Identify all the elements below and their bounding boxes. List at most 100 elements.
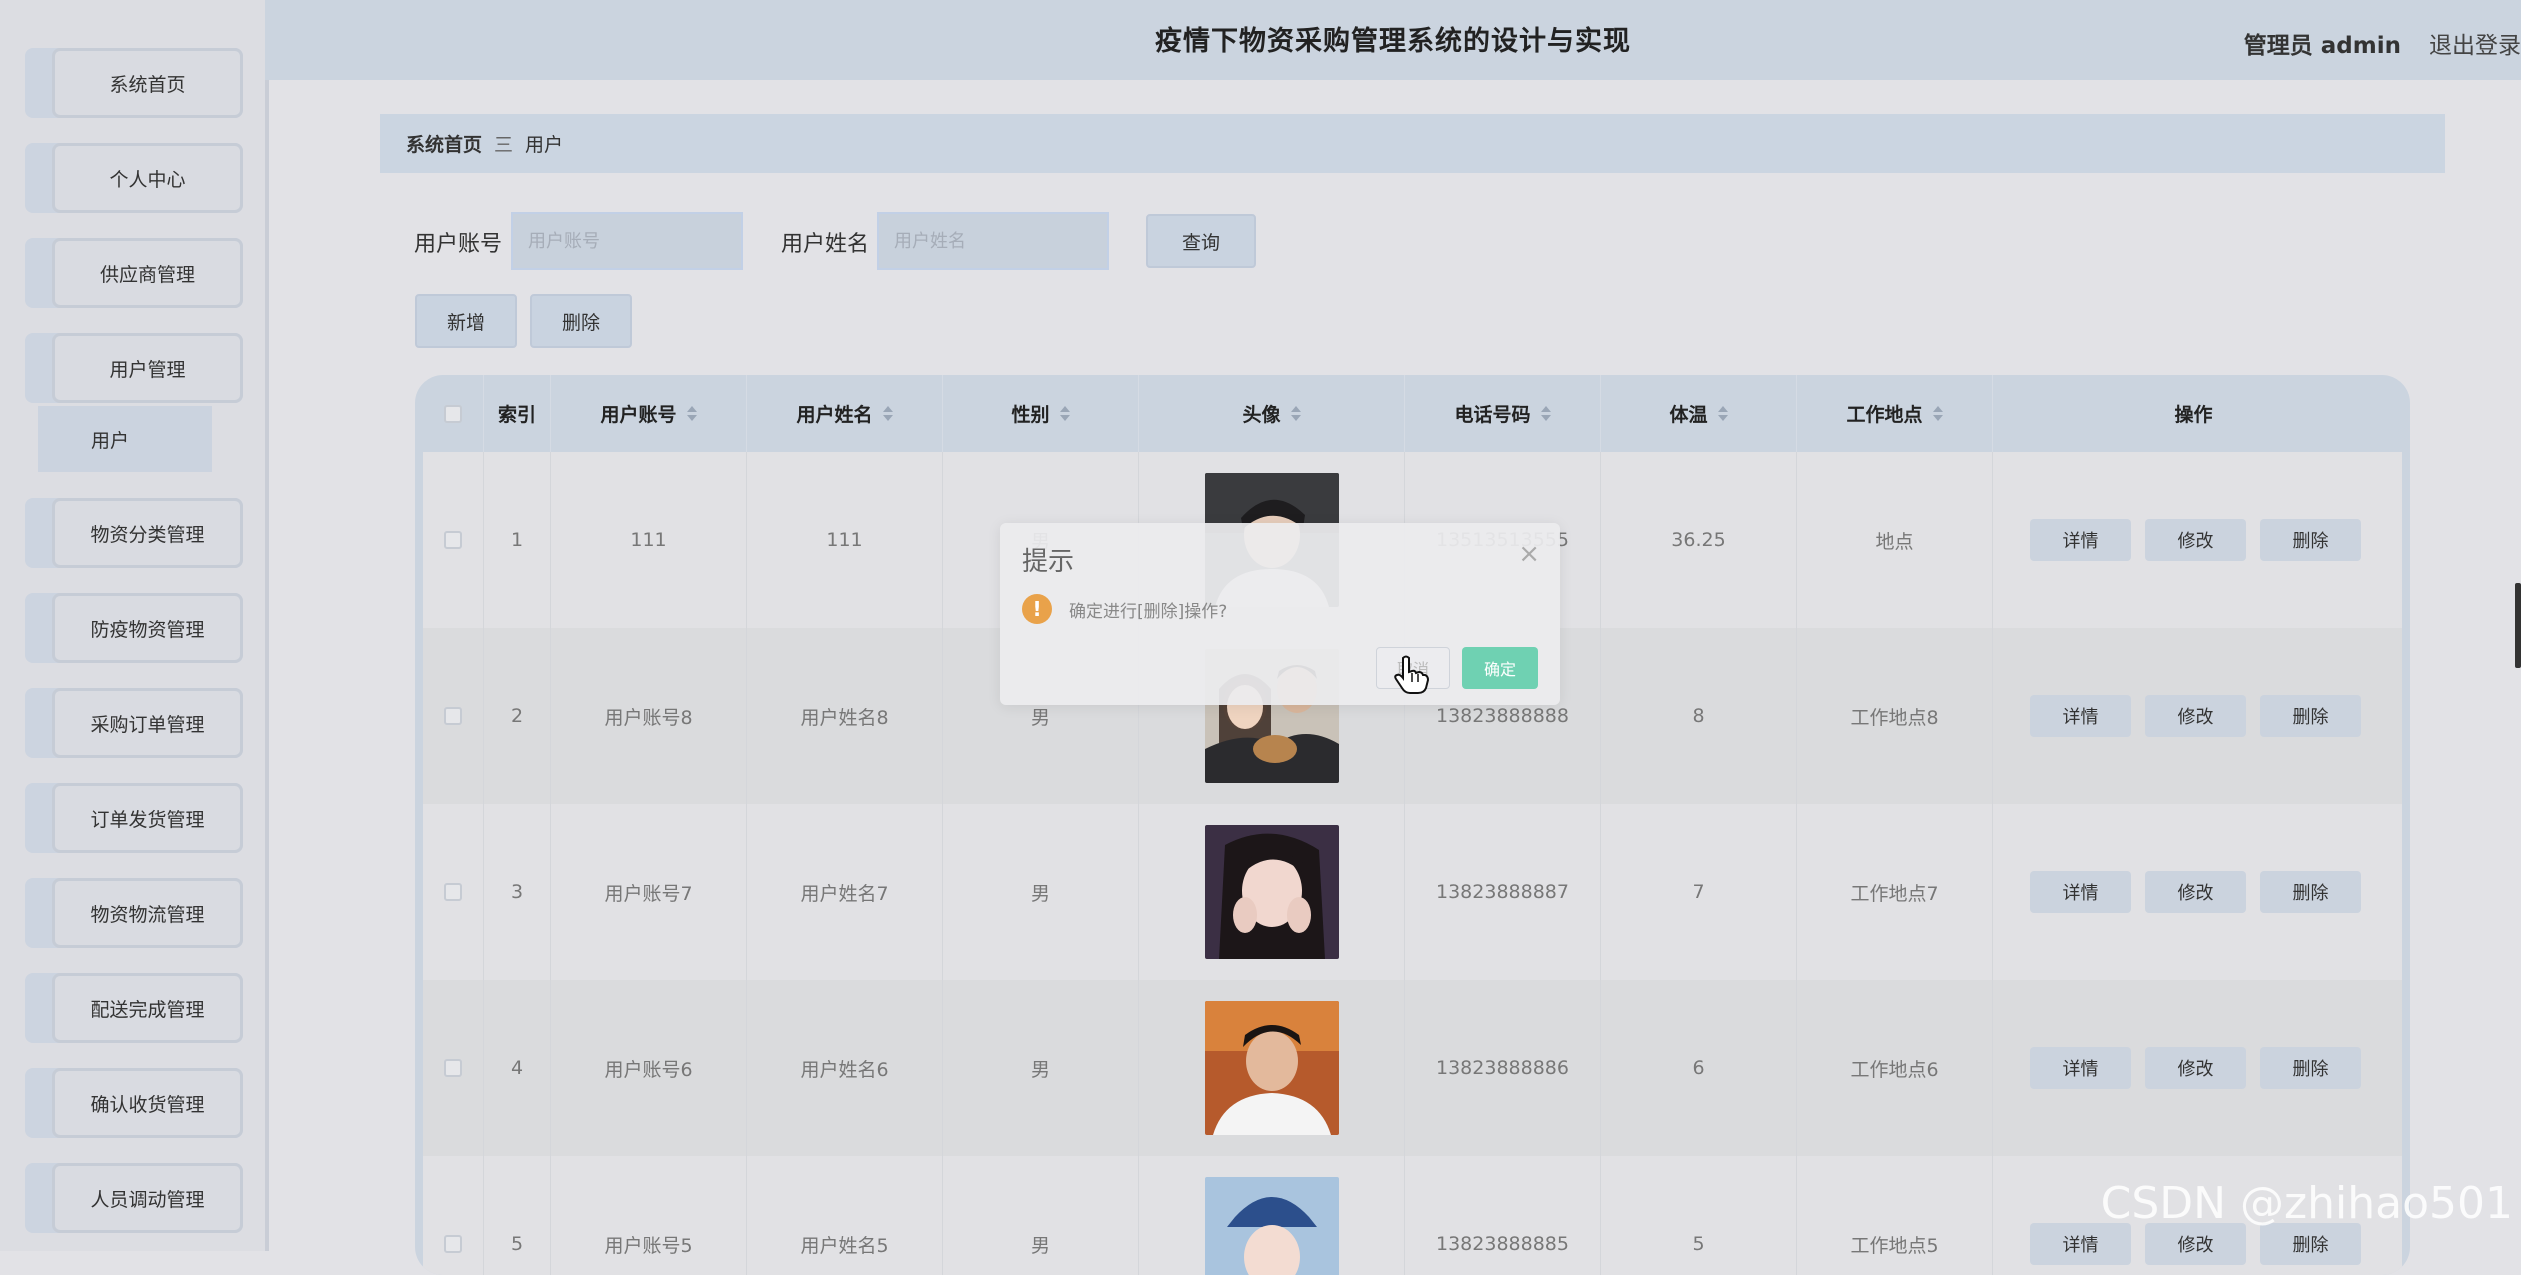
sidebar-item-logistics[interactable]: 物资物流管理 — [25, 878, 243, 948]
sidebar: 系统首页 个人中心 供应商管理 用户管理 用户 物资分类管理 防疫物资管理 采购… — [0, 0, 269, 1251]
dialog-message: 确定进行[删除]操作? — [1069, 602, 1228, 622]
sidebar-item-personal-center[interactable]: 个人中心 — [25, 143, 243, 213]
sidebar-item-category[interactable]: 物资分类管理 — [25, 498, 243, 568]
checkbox-cell — [423, 452, 484, 628]
cell-avatar — [1139, 804, 1405, 980]
scrollbar[interactable] — [2515, 583, 2521, 668]
sort-icon[interactable] — [1717, 405, 1728, 422]
column-header-label: 操作 — [2174, 404, 2213, 426]
close-icon[interactable]: × — [1518, 539, 1540, 569]
edit-button[interactable]: 修改 — [2145, 1223, 2246, 1265]
sort-icon[interactable] — [686, 405, 697, 422]
table-row: 4 用户账号6 用户姓名6 男 13823888886 6 工作地点6 详情 修… — [423, 980, 2402, 1157]
detail-button[interactable]: 详情 — [2030, 695, 2131, 737]
cell-account: 用户账号8 — [551, 628, 747, 804]
row-delete-button[interactable]: 删除 — [2260, 519, 2361, 561]
breadcrumb-current: 用户 — [525, 134, 564, 156]
cell-gender: 男 — [943, 1156, 1139, 1275]
avatar — [1204, 825, 1339, 959]
account-search-input[interactable] — [511, 212, 743, 270]
column-header-name[interactable]: 用户姓名 — [747, 375, 943, 452]
edit-button[interactable]: 修改 — [2145, 871, 2246, 913]
row-checkbox[interactable] — [444, 1235, 462, 1253]
detail-button[interactable]: 详情 — [2030, 871, 2131, 913]
name-search-input[interactable] — [877, 212, 1109, 270]
logout-link[interactable]: 退出登录 — [2429, 26, 2521, 60]
sidebar-item-label: 确认收货管理 — [52, 1068, 243, 1138]
cell-actions: 详情 修改 删除 — [1993, 980, 2402, 1156]
sort-icon[interactable] — [882, 405, 893, 422]
row-delete-button[interactable]: 删除 — [2260, 1047, 2361, 1089]
row-delete-button[interactable]: 删除 — [2260, 1223, 2361, 1265]
breadcrumb-separator: 三 — [494, 134, 514, 156]
cell-location: 地点 — [1797, 452, 1993, 628]
sort-icon[interactable] — [1059, 405, 1070, 422]
hand-cursor-icon — [1394, 655, 1429, 694]
column-header-label: 用户姓名 — [796, 404, 873, 426]
sort-icon[interactable] — [1540, 405, 1551, 422]
sidebar-item-supplies[interactable]: 防疫物资管理 — [25, 593, 243, 663]
detail-button[interactable]: 详情 — [2030, 1047, 2131, 1089]
cell-account: 111 — [551, 452, 747, 628]
select-all-cell — [423, 375, 484, 452]
table-header: 索引 用户账号 用户姓名 性别 头像 电话号码 体温 工作地点 操作 — [415, 375, 2410, 452]
add-button[interactable]: 新增 — [415, 294, 517, 348]
column-header-avatar[interactable]: 头像 — [1139, 375, 1405, 452]
cell-name: 用户姓名6 — [747, 980, 943, 1156]
sidebar-subitem-user[interactable]: 用户 — [38, 406, 212, 472]
select-all-checkbox[interactable] — [444, 404, 462, 423]
cell-actions: 详情 修改 删除 — [1993, 804, 2402, 980]
sidebar-item-label: 物资物流管理 — [52, 878, 243, 948]
checkbox-cell — [423, 804, 484, 980]
sidebar-item-staff-transfer[interactable]: 人员调动管理 — [25, 1163, 243, 1233]
cell-index: 1 — [484, 452, 551, 628]
row-delete-button[interactable]: 删除 — [2260, 871, 2361, 913]
detail-button[interactable]: 详情 — [2030, 1223, 2131, 1265]
edit-button[interactable]: 修改 — [2145, 1047, 2246, 1089]
sort-icon[interactable] — [1290, 405, 1301, 422]
column-header-account[interactable]: 用户账号 — [551, 375, 747, 452]
row-checkbox[interactable] — [444, 531, 462, 549]
sort-icon[interactable] — [1932, 405, 1943, 422]
sidebar-item-label: 系统首页 — [52, 48, 243, 118]
row-checkbox[interactable] — [444, 1059, 462, 1077]
cell-actions: 详情 修改 删除 — [1993, 452, 2402, 628]
column-header-gender[interactable]: 性别 — [943, 375, 1139, 452]
edit-button[interactable]: 修改 — [2145, 695, 2246, 737]
dialog-title: 提示 — [1022, 547, 1075, 577]
column-header-phone[interactable]: 电话号码 — [1405, 375, 1601, 452]
sidebar-item-delivery-complete[interactable]: 配送完成管理 — [25, 973, 243, 1043]
column-header-location[interactable]: 工作地点 — [1797, 375, 1993, 452]
cell-avatar — [1139, 1156, 1405, 1275]
column-header-temperature[interactable]: 体温 — [1601, 375, 1797, 452]
avatar — [1204, 1177, 1339, 1275]
cell-temperature: 6 — [1601, 980, 1797, 1156]
cell-location: 工作地点7 — [1797, 804, 1993, 980]
sidebar-item-user-management[interactable]: 用户管理 — [25, 333, 243, 403]
cell-account: 用户账号7 — [551, 804, 747, 980]
avatar — [1204, 1001, 1339, 1135]
edit-button[interactable]: 修改 — [2145, 519, 2246, 561]
confirm-dialog: 提示 × ! 确定进行[删除]操作? 取消 确定 — [1000, 523, 1560, 705]
confirm-button[interactable]: 确定 — [1462, 647, 1538, 689]
row-delete-button[interactable]: 删除 — [2260, 695, 2361, 737]
row-checkbox[interactable] — [444, 883, 462, 901]
warning-icon: ! — [1022, 594, 1052, 624]
sidebar-item-confirm-receipt[interactable]: 确认收货管理 — [25, 1068, 243, 1138]
page-title: 疫情下物资采购管理系统的设计与实现 — [1155, 26, 1631, 57]
query-button[interactable]: 查询 — [1146, 214, 1256, 268]
cell-account: 用户账号6 — [551, 980, 747, 1156]
sidebar-item-supplier[interactable]: 供应商管理 — [25, 238, 243, 308]
sidebar-item-home[interactable]: 系统首页 — [25, 48, 243, 118]
sidebar-item-label: 供应商管理 — [52, 238, 243, 308]
detail-button[interactable]: 详情 — [2030, 519, 2131, 561]
sidebar-item-shipping[interactable]: 订单发货管理 — [25, 783, 243, 853]
name-label: 用户姓名 — [781, 232, 870, 257]
sidebar-item-label: 个人中心 — [52, 143, 243, 213]
column-header-label: 用户账号 — [600, 404, 677, 426]
breadcrumb-home[interactable]: 系统首页 — [406, 130, 482, 157]
checkbox-cell — [423, 980, 484, 1156]
row-checkbox[interactable] — [444, 707, 462, 725]
delete-button[interactable]: 删除 — [530, 294, 632, 348]
sidebar-item-purchase-order[interactable]: 采购订单管理 — [25, 688, 243, 758]
